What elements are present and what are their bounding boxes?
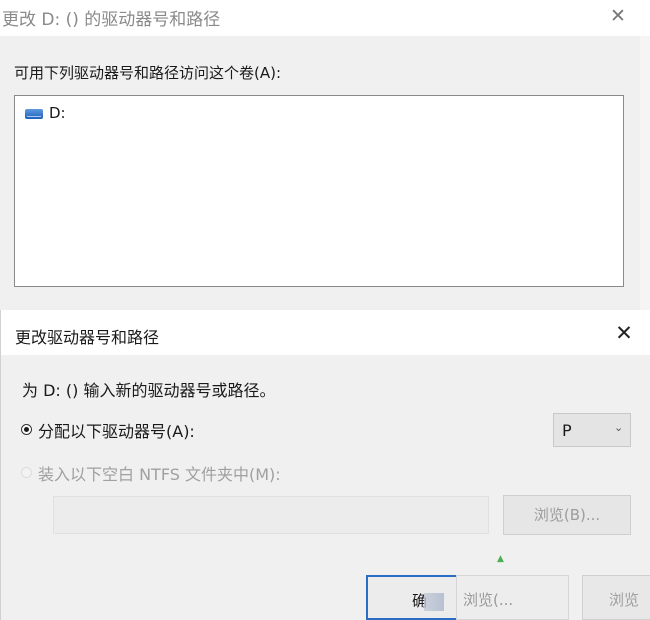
overlapping-browse-button[interactable]: 浏览 <box>582 575 650 620</box>
back-dialog-titlebar: 更改 D: () 的驱动器号和路径 ✕ <box>0 0 650 36</box>
dialog-instruction: 为 D: () 输入新的驱动器号或路径。 <box>22 381 276 400</box>
drive-paths-list[interactable]: D: <box>14 95 624 287</box>
back-dialog-title: 更改 D: () 的驱动器号和路径 <box>2 10 221 30</box>
back-dialog-edge <box>640 36 650 310</box>
dialog-title: 更改驱动器号和路径 <box>15 328 160 347</box>
close-icon[interactable]: ✕ <box>611 320 637 346</box>
browse-button[interactable]: 浏览(B)... <box>503 495 631 535</box>
drive-paths-prompt: 可用下列驱动器号和路径访问这个卷(A): <box>14 64 282 82</box>
image-artifact <box>424 593 444 611</box>
change-drive-letter-dialog: 更改驱动器号和路径 ✕ 为 D: () 输入新的驱动器号或路径。 分配以下驱动器… <box>0 310 650 620</box>
cancel-button[interactable]: 浏览(... <box>456 575 569 620</box>
cancel-button-label: 浏览(... <box>463 591 514 609</box>
mount-folder-radio[interactable] <box>21 467 32 478</box>
folder-path-input[interactable] <box>53 496 489 534</box>
drive-list-item-label: D: <box>49 104 66 122</box>
drive-letter-value: P <box>562 421 572 440</box>
overlapping-browse-label: 浏览 <box>609 591 640 609</box>
assign-letter-label: 分配以下驱动器号(A): <box>38 422 195 441</box>
drive-letter-select[interactable]: P ⌄ <box>553 413 631 447</box>
dialog-titlebar: 更改驱动器号和路径 ✕ <box>1 310 650 355</box>
drive-icon <box>25 109 43 119</box>
back-dialog: 更改 D: () 的驱动器号和路径 ✕ 可用下列驱动器号和路径访问这个卷(A):… <box>0 0 650 310</box>
radio-selected-dot <box>24 427 29 432</box>
back-dialog-close-icon[interactable]: ✕ <box>606 4 630 28</box>
assign-letter-radio[interactable] <box>21 424 32 435</box>
artifact-mark: ▲ <box>497 554 504 564</box>
mount-folder-label: 装入以下空白 NTFS 文件夹中(M): <box>38 465 281 484</box>
chevron-down-icon: ⌄ <box>614 421 624 434</box>
